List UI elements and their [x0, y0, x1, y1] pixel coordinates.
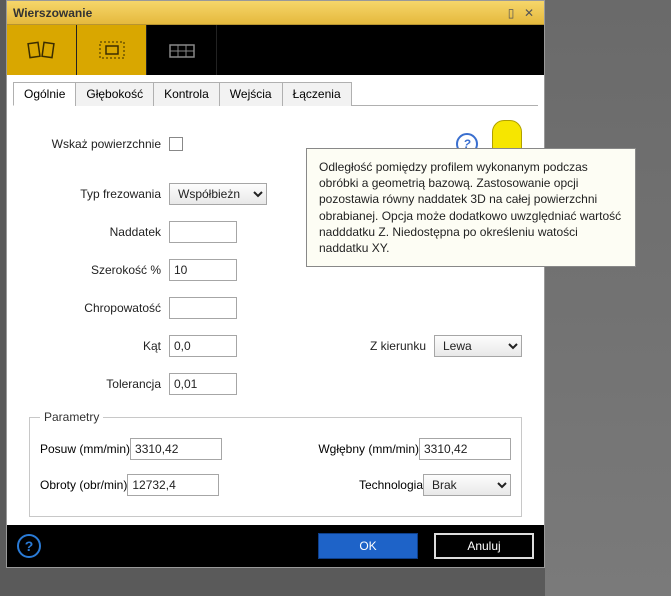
label-zdir: Z kierunku [304, 339, 434, 353]
params-legend: Parametry [40, 410, 103, 424]
label-roughness: Chropowatość [29, 301, 169, 315]
dialog-panel: Wierszowanie ▯ ✕ Ogólni [6, 0, 545, 568]
input-roughness[interactable] [169, 297, 237, 319]
label-rpm: Obroty (obr/min) [40, 478, 127, 492]
mode-button-2[interactable] [77, 25, 147, 75]
label-feed: Posuw (mm/min) [40, 442, 130, 456]
label-tolerance: Tolerancja [29, 377, 169, 391]
tab-general[interactable]: Ogólnie [13, 82, 76, 106]
label-widthpct: Szerokość % [29, 263, 169, 277]
title-bar: Wierszowanie ▯ ✕ [7, 1, 544, 25]
input-tolerance[interactable] [169, 373, 237, 395]
background-strip [545, 0, 671, 596]
input-angle[interactable] [169, 335, 237, 357]
footer-help-icon[interactable]: ? [17, 534, 41, 558]
checkbox-surface[interactable] [169, 137, 183, 151]
tabs-bar: Ogólnie Głębokość Kontrola Wejścia Łącze… [7, 75, 544, 525]
input-widthpct[interactable] [169, 259, 237, 281]
mode1-icon [25, 37, 59, 63]
pin-icon[interactable]: ▯ [502, 6, 520, 20]
tab-links[interactable]: Łączenia [282, 82, 352, 106]
input-plunge[interactable] [419, 438, 511, 460]
label-tech: Technologia [359, 478, 423, 492]
mode2-icon [95, 37, 129, 63]
mode-toolbar [7, 25, 544, 75]
select-zdir[interactable]: Lewa [434, 335, 522, 357]
tab-depth[interactable]: Głębokość [75, 82, 154, 106]
mode-button-3[interactable] [147, 25, 217, 75]
label-allowance: Naddatek [29, 225, 169, 239]
label-surface: Wskaż powierzchnie [29, 137, 169, 151]
window-title: Wierszowanie [13, 6, 502, 20]
label-angle: Kąt [29, 339, 169, 353]
tab-entries[interactable]: Wejścia [219, 82, 283, 106]
select-tech[interactable]: Brak [423, 474, 511, 496]
input-allowance[interactable] [169, 221, 237, 243]
input-feed[interactable] [130, 438, 222, 460]
cancel-button[interactable]: Anuluj [434, 533, 534, 559]
mode-button-1[interactable] [7, 25, 77, 75]
input-rpm[interactable] [127, 474, 219, 496]
mode3-icon [165, 37, 199, 63]
tooltip-allowance: Odległość pomiędzy profilem wykonanym po… [306, 148, 636, 267]
dialog-footer: ? OK Anuluj [7, 525, 544, 567]
select-milltype[interactable]: Współbieżn [169, 183, 267, 205]
ok-button[interactable]: OK [318, 533, 418, 559]
params-fieldset: Parametry Posuw (mm/min) Wgłębny (mm/min… [29, 410, 522, 517]
label-milltype: Typ frezowania [29, 187, 169, 201]
label-plunge: Wgłębny (mm/min) [318, 442, 419, 456]
close-icon[interactable]: ✕ [520, 6, 538, 20]
tab-control[interactable]: Kontrola [153, 82, 220, 106]
